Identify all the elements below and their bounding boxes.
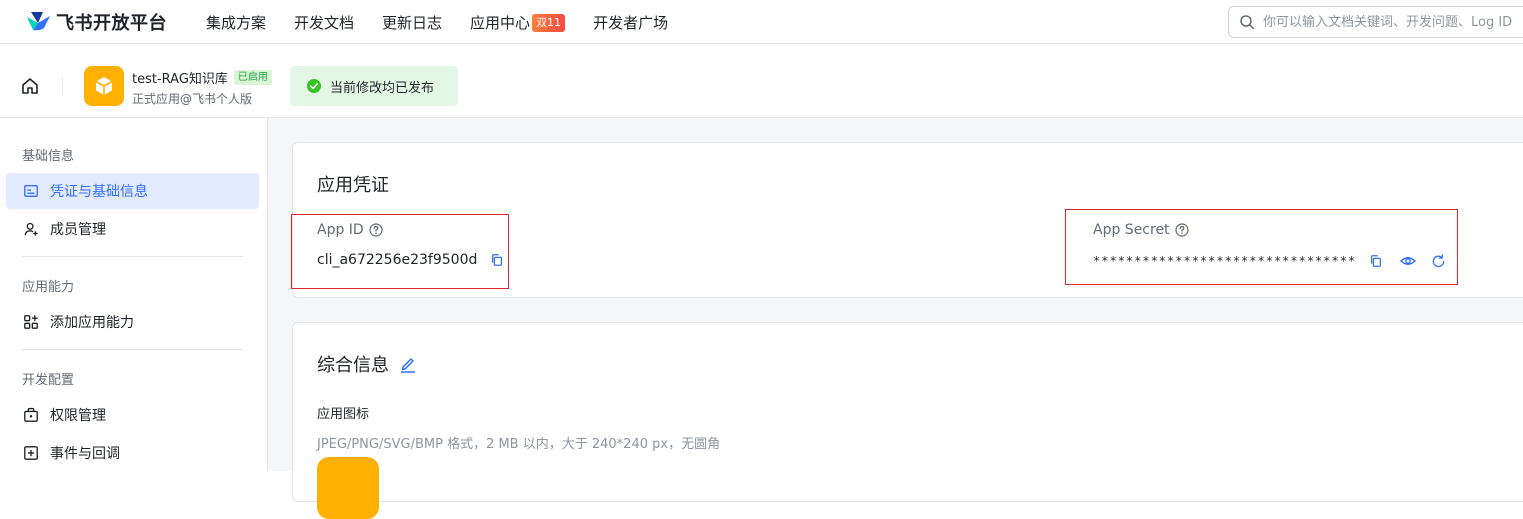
nav-item-label: 开发者广场 — [593, 14, 669, 32]
app-name: test-RAG知识库 已启用 — [132, 68, 272, 87]
app-header: test-RAG知识库 已启用 正式应用@飞书个人版 当前修改均已发布 — [0, 54, 1523, 118]
top-navigation: 飞书开放平台 集成方案 开发文档 更新日志 应用中心 双11 开发者广场 — [0, 0, 1523, 44]
sidebar: 基础信息 凭证与基础信息 成员管理 应用能力 添加应用能力 开发配置 权限管理 … — [0, 118, 268, 471]
sidebar-group-title: 开发配置 — [22, 373, 75, 388]
sidebar-divider — [22, 349, 243, 350]
nav-item-label: 更新日志 — [382, 14, 443, 32]
search-icon — [1240, 15, 1255, 30]
sidebar-item-label: 凭证与基础信息 — [50, 184, 148, 200]
app-icon-preview[interactable] — [317, 457, 379, 519]
apps-add-icon — [22, 313, 40, 331]
member-add-icon — [22, 220, 40, 238]
publish-status-text: 当前修改均已发布 — [330, 80, 435, 96]
credentials-title: 应用凭证 — [317, 175, 389, 196]
app-name-text: test-RAG知识库 — [132, 72, 228, 87]
status-badge: 已启用 — [233, 70, 272, 85]
edit-icon[interactable] — [399, 355, 417, 373]
divider — [62, 77, 63, 95]
brand-logo[interactable]: 飞书开放平台 — [24, 10, 167, 34]
nav-item-solutions[interactable]: 集成方案 — [206, 12, 266, 33]
sidebar-item-members[interactable]: 成员管理 — [6, 211, 259, 247]
nav-item-app-center[interactable]: 应用中心 双11 — [470, 12, 566, 33]
promo-badge: 双11 — [532, 13, 566, 32]
sidebar-group-title: 基础信息 — [22, 149, 75, 164]
lock-box-icon — [22, 406, 40, 424]
publish-status: 当前修改均已发布 — [290, 66, 458, 106]
sidebar-divider — [22, 256, 243, 257]
highlight-box-app-secret — [1065, 209, 1458, 285]
nav-menu: 集成方案 开发文档 更新日志 应用中心 双11 开发者广场 — [206, 12, 696, 33]
nav-item-changelog[interactable]: 更新日志 — [382, 12, 442, 33]
sidebar-item-label: 事件与回调 — [50, 446, 120, 462]
sidebar-item-label: 权限管理 — [50, 408, 106, 424]
app-icon-label: 应用图标 — [317, 407, 370, 422]
sidebar-item-events[interactable]: 事件与回调 — [6, 435, 259, 471]
app-icon-hint: JPEG/PNG/SVG/BMP 格式，2 MB 以内，大于 240*240 p… — [317, 437, 721, 452]
nav-item-docs[interactable]: 开发文档 — [294, 12, 354, 33]
general-info-card: 综合信息 应用图标 JPEG/PNG/SVG/BMP 格式，2 MB 以内，大于… — [292, 322, 1523, 519]
general-info-title: 综合信息 — [317, 351, 417, 377]
brand-name: 飞书开放平台 — [56, 13, 167, 34]
credential-icon — [22, 182, 40, 200]
main-content: 应用凭证 App ID cli_a672256e23f9500d App Sec… — [268, 118, 1523, 519]
sidebar-item-permissions[interactable]: 权限管理 — [6, 397, 259, 433]
highlight-box-app-id — [291, 214, 509, 289]
nav-item-label: 开发文档 — [294, 14, 355, 32]
app-subtitle: 正式应用@飞书个人版 — [132, 92, 253, 106]
sidebar-item-label: 添加应用能力 — [50, 315, 134, 331]
home-button[interactable] — [18, 74, 42, 98]
feishu-logo-icon — [27, 12, 50, 31]
nav-item-label: 集成方案 — [206, 14, 267, 32]
search-box[interactable] — [1228, 6, 1523, 38]
event-plus-icon — [22, 444, 40, 462]
search-input[interactable] — [1263, 14, 1523, 30]
nav-item-label: 应用中心 — [470, 14, 531, 32]
sidebar-group-title: 应用能力 — [22, 280, 75, 295]
general-info-title-text: 综合信息 — [317, 355, 389, 376]
check-circle-icon — [307, 79, 321, 93]
sidebar-item-add-capability[interactable]: 添加应用能力 — [6, 304, 259, 340]
app-avatar[interactable] — [84, 66, 124, 106]
cube-icon — [95, 77, 113, 95]
sidebar-item-label: 成员管理 — [50, 222, 106, 238]
home-icon — [22, 78, 38, 94]
sidebar-item-credentials[interactable]: 凭证与基础信息 — [6, 173, 259, 209]
nav-item-developer-square[interactable]: 开发者广场 — [593, 12, 668, 33]
